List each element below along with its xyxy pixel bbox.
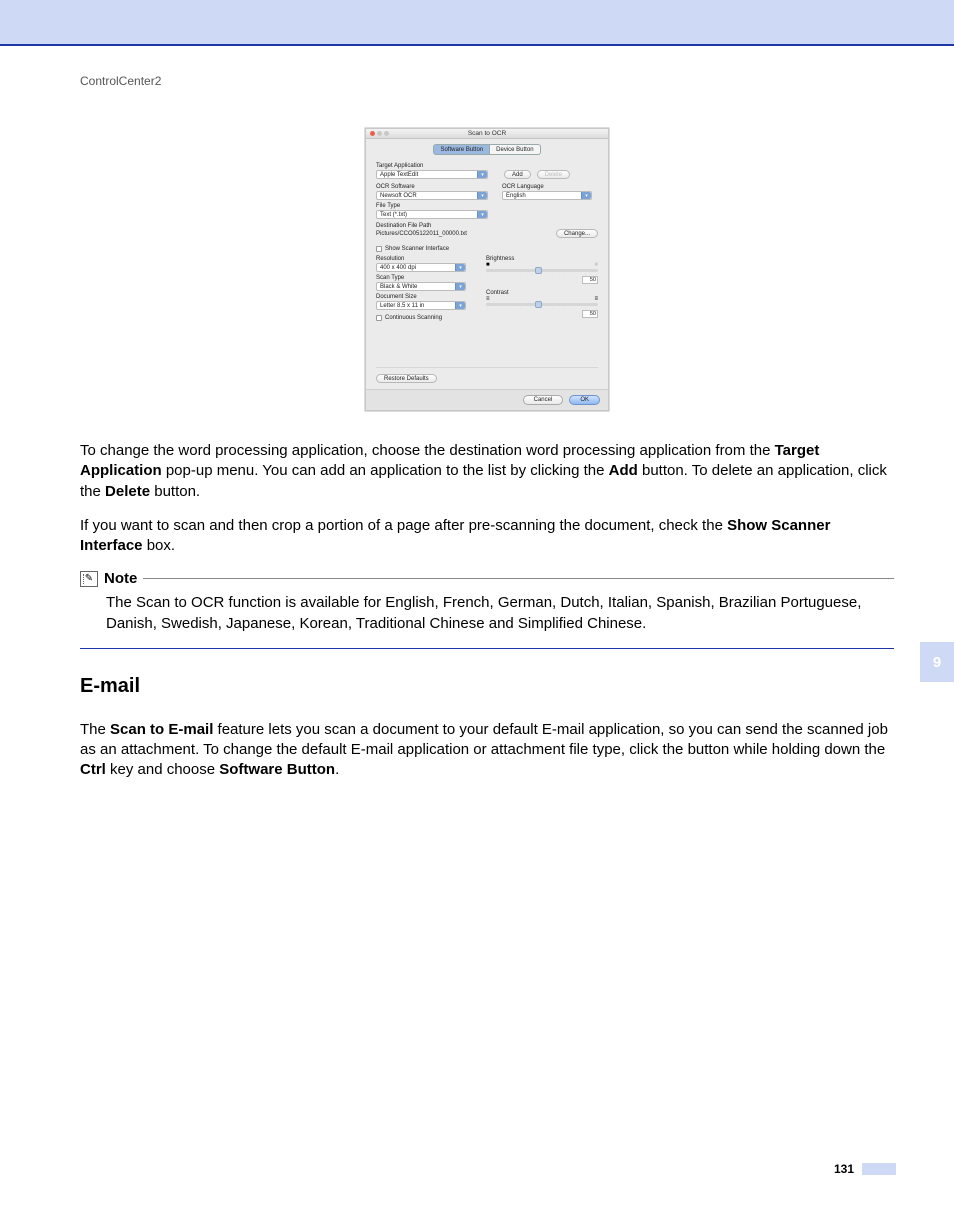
chevron-updown-icon: ▾ [477,211,487,218]
page-number-area: 131 [834,1162,896,1176]
file-type-label: File Type [376,203,598,209]
contrast-slider[interactable] [486,303,598,306]
destination-path-value: Pictures/CCO05122011_00000.txt [376,231,467,237]
note-rule [143,578,894,579]
document-size-value: Letter 8.5 x 11 in [380,303,424,309]
note-label: Note [104,570,137,587]
dialog-screenshot: Scan to OCR Software Button Device Butto… [80,128,894,411]
tab-software-button[interactable]: Software Button [433,144,490,155]
ocr-software-value: Newsoft OCR [380,193,417,199]
resolution-value: 400 x 400 dpi [380,265,416,271]
note-body: The Scan to OCR function is available fo… [80,587,894,649]
tab-bar: Software Button Device Button [366,139,608,161]
document-size-label: Document Size [376,294,472,300]
delete-button: Delete [537,170,570,179]
section-heading-email: E-mail [80,675,894,698]
brightness-low-icon: ■ [486,262,490,268]
ocr-language-value: English [506,193,526,199]
scan-type-label: Scan Type [376,275,472,281]
chevron-updown-icon: ▾ [477,171,487,178]
window-title: Scan to OCR [468,130,506,137]
scan-to-ocr-window: Scan to OCR Software Button Device Butto… [365,128,609,411]
file-type-value: Text (*.txt) [380,212,407,218]
ocr-language-label: OCR Language [502,184,598,190]
window-traffic-lights[interactable] [370,131,389,136]
checkbox-icon [376,315,382,321]
body-text-2: The Scan to E-mail feature lets you scan… [80,720,894,781]
chevron-updown-icon: ▾ [477,192,487,199]
contrast-value[interactable]: 50 [582,310,598,318]
page-header-label: ControlCenter2 [80,74,894,88]
restore-defaults-button[interactable]: Restore Defaults [376,374,437,383]
slider-thumb-icon[interactable] [535,267,542,274]
dialog-footer: Cancel OK [366,389,608,410]
chevron-updown-icon: ▾ [455,302,465,309]
close-icon[interactable] [370,131,375,136]
page-top-bar [0,0,954,46]
chevron-updown-icon: ▾ [455,264,465,271]
ok-button[interactable]: OK [569,395,600,405]
show-scanner-interface-label: Show Scanner Interface [385,246,449,252]
continuous-scanning-checkbox[interactable]: Continuous Scanning [376,315,472,321]
scan-type-select[interactable]: Black & White ▾ [376,282,466,291]
change-button[interactable]: Change... [556,229,598,238]
window-titlebar: Scan to OCR [366,129,608,139]
page-number: 131 [834,1162,854,1176]
zoom-icon[interactable] [384,131,389,136]
chevron-updown-icon: ▾ [581,192,591,199]
chevron-updown-icon: ▾ [455,283,465,290]
ocr-language-select[interactable]: English ▾ [502,191,592,200]
brightness-high-icon: ■ [594,262,598,268]
slider-thumb-icon[interactable] [535,301,542,308]
minimize-icon[interactable] [377,131,382,136]
checkbox-icon [376,246,382,252]
chapter-side-tab: 9 [920,642,954,682]
page-number-bar [862,1163,896,1175]
scan-type-value: Black & White [380,284,417,290]
ocr-software-select[interactable]: Newsoft OCR ▾ [376,191,488,200]
target-application-select[interactable]: Apple TextEdit ▾ [376,170,488,179]
cancel-button[interactable]: Cancel [523,395,564,405]
brightness-value[interactable]: 50 [582,276,598,284]
paragraph-2: If you want to scan and then crop a port… [80,516,894,557]
contrast-low-icon: ≡ [486,296,490,302]
paragraph-1: To change the word processing applicatio… [80,441,894,502]
resolution-select[interactable]: 400 x 400 dpi ▾ [376,263,466,272]
file-type-select[interactable]: Text (*.txt) ▾ [376,210,488,219]
contrast-high-icon: ≡ [594,296,598,302]
resolution-label: Resolution [376,256,472,262]
ocr-software-label: OCR Software [376,184,488,190]
target-application-value: Apple TextEdit [380,172,418,178]
show-scanner-interface-checkbox[interactable]: Show Scanner Interface [376,246,598,252]
body-text: To change the word processing applicatio… [80,441,894,556]
tab-device-button[interactable]: Device Button [490,144,540,155]
document-size-select[interactable]: Letter 8.5 x 11 in ▾ [376,301,466,310]
brightness-slider[interactable] [486,269,598,272]
add-button[interactable]: Add [504,170,531,179]
note-block: ✎ Note The Scan to OCR function is avail… [80,570,894,649]
note-icon: ✎ [80,571,98,587]
paragraph-3: The Scan to E-mail feature lets you scan… [80,720,894,781]
continuous-scanning-label: Continuous Scanning [385,315,442,321]
